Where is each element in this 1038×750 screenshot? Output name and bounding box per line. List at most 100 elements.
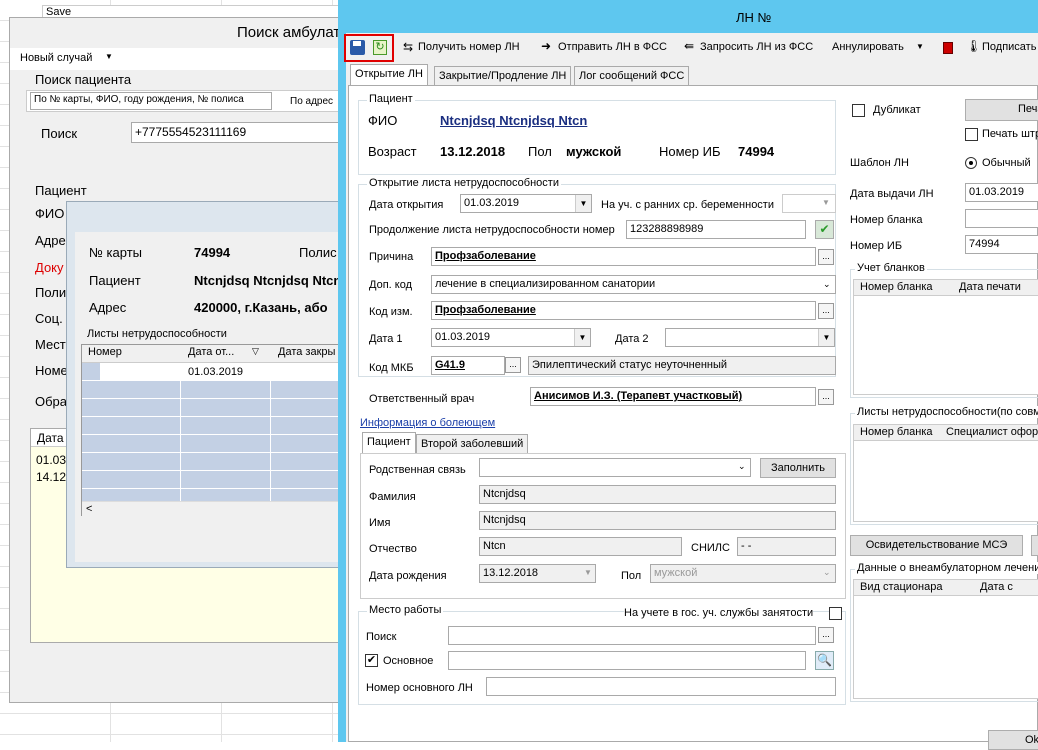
sick-lists-table[interactable]: Номер Дата от... ▽ Дата закры 01.03.2019…: [81, 344, 348, 517]
issue-date-picker[interactable]: 01.03.2019: [965, 183, 1038, 202]
open-date-label: Дата открытия: [369, 199, 444, 211]
address-value: 420000, г.Казань, або: [194, 300, 328, 315]
employment-label: На учете в гос. уч. службы занятости: [624, 607, 814, 619]
change-code-browse-button[interactable]: ...: [818, 303, 834, 319]
hosp-table[interactable]: Вид стационара Дата с: [853, 579, 1038, 699]
chevron-down-icon: ▼: [916, 42, 924, 51]
blank-number-label: Номер бланка: [850, 214, 923, 226]
print-button[interactable]: Печа: [965, 99, 1038, 121]
col-date-close: Дата закры: [278, 346, 336, 358]
tab-log[interactable]: Лог сообщений ФСС: [574, 66, 690, 86]
mkb-description: Эпилептический статус неуточненный: [528, 356, 836, 375]
sick-sex-select[interactable]: мужской: [650, 564, 836, 583]
fill-button[interactable]: Заполнить: [760, 458, 836, 478]
cancel-button[interactable]: Аннулировать: [832, 41, 904, 53]
extra-button[interactable]: [1031, 535, 1038, 556]
subtab-second[interactable]: Второй заболевший: [416, 434, 529, 454]
fio-value[interactable]: Ntcnjdsq Ntcnjdsq Ntcn: [440, 113, 587, 128]
relation-select[interactable]: [479, 458, 751, 477]
duplicate-checkbox[interactable]: [852, 104, 865, 117]
print-barcode-checkbox[interactable]: [965, 128, 978, 141]
right-ib-label: Номер ИБ: [850, 240, 903, 252]
ib-label: Номер ИБ: [659, 144, 721, 159]
date2-picker[interactable]: [665, 328, 835, 347]
blanks-table[interactable]: Номер бланка Дата печати: [853, 279, 1038, 395]
search-window-title: Поиск амбулат: [237, 24, 341, 41]
sick-sex-label: Пол: [621, 570, 642, 582]
birthdate-picker[interactable]: 13.12.2018: [479, 564, 596, 583]
sex-value: мужской: [566, 144, 622, 159]
change-code-input[interactable]: Профзаболевание: [431, 301, 816, 320]
patient-label: Пациент: [89, 273, 141, 288]
template-label: Шаблон ЛН: [850, 157, 909, 169]
age-label: Возраст: [368, 144, 417, 159]
tab-close[interactable]: Закрытие/Продление ЛН: [434, 66, 572, 86]
search-label: Поиск: [41, 126, 78, 141]
mkb-browse-button[interactable]: ...: [505, 357, 521, 373]
toolbar: ↻ ⇆ Получить номер ЛН ➜ Отправить ЛН в Ф…: [344, 33, 1038, 62]
dop-code-select[interactable]: лечение в специализированном санатории: [431, 275, 836, 294]
save-icon[interactable]: [350, 40, 365, 55]
surname-label: Фамилия: [369, 491, 416, 503]
date1-picker[interactable]: 01.03.2019: [431, 328, 591, 347]
doctor-input[interactable]: Анисимов И.З. (Терапевт участковый): [530, 387, 816, 406]
surname-input[interactable]: Ntcnjdsq: [479, 485, 836, 504]
date1-label: Дата 1: [369, 333, 403, 345]
main-input[interactable]: [448, 651, 806, 670]
patient-value: Ntcnjdsq Ntcnjdsq Ntcn: [194, 273, 342, 288]
refresh-icon[interactable]: ↻: [373, 40, 387, 55]
search-icon[interactable]: 🔍: [815, 651, 834, 670]
left-label-3: Поли: [35, 285, 67, 300]
ib-value: 74994: [738, 144, 775, 159]
search-input[interactable]: +7775554523111169: [131, 122, 346, 143]
patronymic-input[interactable]: Ntcn: [479, 537, 682, 556]
send-button[interactable]: Отправить ЛН в ФСС: [558, 41, 667, 53]
horizontal-scrollbar[interactable]: <: [82, 501, 348, 517]
window-title: ЛН №: [736, 10, 772, 25]
sex-label: Пол: [528, 144, 552, 159]
search-mode-address[interactable]: По адрес: [290, 96, 333, 107]
stop-icon[interactable]: [943, 42, 953, 54]
mse-button[interactable]: Освидетельствование МСЭ: [850, 535, 1023, 556]
work-search-input[interactable]: [448, 626, 816, 645]
lists-table[interactable]: Номер бланка Специалист офор: [853, 424, 1038, 522]
date2-label: Дата 2: [615, 333, 649, 345]
reason-input[interactable]: Профзаболевание: [431, 247, 816, 266]
left-label-4: Соц.: [35, 311, 63, 326]
right-ib-input[interactable]: 74994: [965, 235, 1038, 254]
main-checkbox[interactable]: ✔: [365, 654, 378, 667]
mkb-input[interactable]: G41.9: [431, 356, 505, 375]
employment-checkbox[interactable]: [829, 607, 842, 620]
new-case-menu[interactable]: Новый случай ▼: [10, 48, 346, 70]
template-radio[interactable]: [965, 157, 977, 169]
birthdate-label: Дата рождения: [369, 570, 447, 582]
fio-label: ФИО: [368, 113, 398, 128]
left-label-0: ФИО: [35, 206, 65, 221]
sick-info-link[interactable]: Информация о болеющем: [360, 417, 495, 429]
main-ln-label: Номер основного ЛН: [366, 682, 473, 694]
title-bar: ЛН №: [338, 0, 1038, 33]
blank-number-input[interactable]: [965, 209, 1038, 228]
snils-input[interactable]: - -: [737, 537, 836, 556]
main-ln-input[interactable]: [486, 677, 836, 696]
polis-label: Полис: [299, 245, 337, 260]
obr-date-2: 14.12: [36, 470, 67, 484]
request-button[interactable]: Запросить ЛН из ФСС: [700, 41, 813, 53]
sign-button[interactable]: Подписать: [982, 41, 1036, 53]
work-search-browse-button[interactable]: ...: [818, 627, 834, 643]
search-mode-radio[interactable]: По № карты, ФИО, году рождения, № полиса: [30, 92, 272, 110]
early-pregnancy-label: На уч. с ранних ср. беременности: [601, 199, 774, 211]
reason-label: Причина: [369, 251, 414, 263]
subtab-patient[interactable]: Пациент: [362, 432, 416, 454]
name-input[interactable]: Ntcnjdsq: [479, 511, 836, 530]
ok-button[interactable]: Ok: [988, 730, 1038, 750]
open-date-picker[interactable]: 01.03.2019: [460, 194, 592, 213]
get-number-button[interactable]: Получить номер ЛН: [418, 41, 520, 53]
doctor-browse-button[interactable]: ...: [818, 389, 834, 405]
check-icon[interactable]: ✔: [815, 220, 834, 239]
continuation-input[interactable]: 123288898989: [626, 220, 806, 239]
tab-open[interactable]: Открытие ЛН: [350, 64, 428, 86]
search-patient-label: Поиск пациента: [35, 72, 132, 87]
request-icon: ⇚: [684, 39, 695, 53]
reason-browse-button[interactable]: ...: [818, 249, 834, 265]
